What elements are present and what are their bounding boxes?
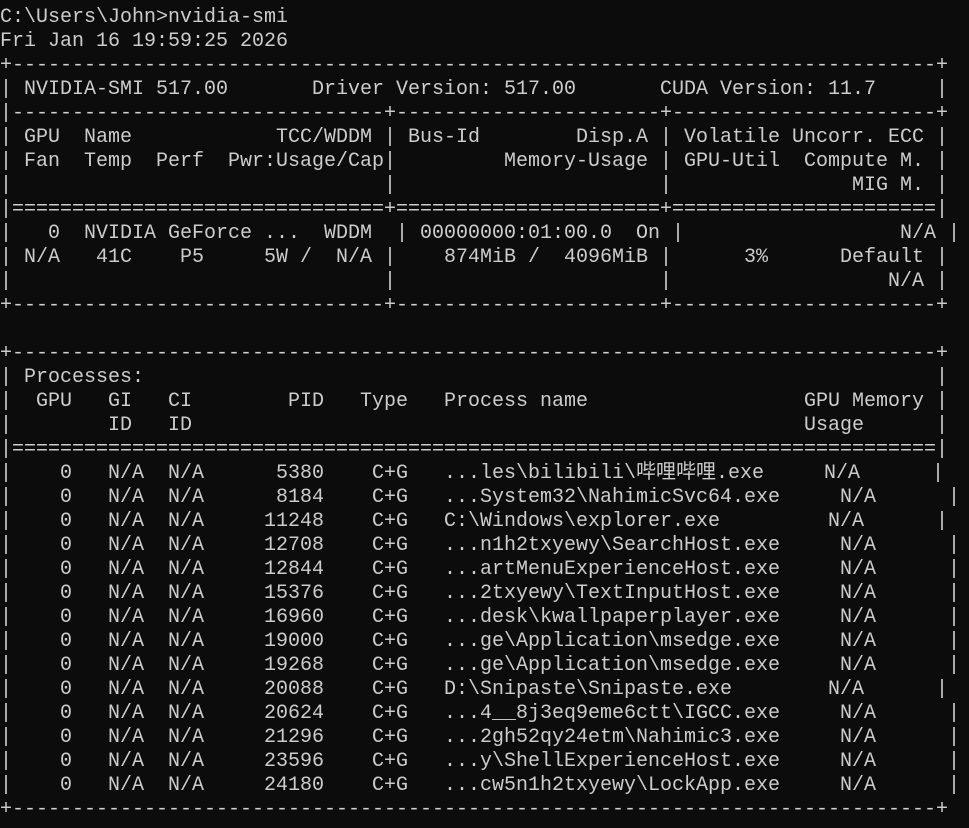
terminal-window[interactable]: C:\Users\John>nvidia-smi Fri Jan 16 19:5… [0,0,969,828]
output-line: | 0 N/A N/A 19000 C+G ...ge\Application\… [0,630,960,653]
command-line: C:\Users\John>nvidia-smi [0,6,969,30]
output-line: | NVIDIA-SMI 517.00 Driver Version: 517.… [0,78,948,101]
output-line: | | | MIG M. | [0,174,948,197]
output-line: | 0 N/A N/A 12708 C+G ...n1h2txyewy\Sear… [0,534,960,557]
output-line: | 0 N/A N/A 20624 C+G ...4__8j3eq9eme6ct… [0,702,960,725]
output-line: | 0 N/A N/A 15376 C+G ...2txyewy\TextInp… [0,582,960,605]
output-line: | N/A 41C P5 5W / N/A | 874MiB / 4096MiB… [0,246,948,269]
output-line: | 0 NVIDIA GeForce ... WDDM | 00000000:0… [0,222,960,245]
output-line: | 0 N/A N/A 12844 C+G ...artMenuExperien… [0,558,960,581]
output-line: | 0 N/A N/A 5380 C+G ...les\bilibili\哔哩哔… [0,462,944,485]
output-line: |===============================+=======… [0,198,948,221]
output-line: +---------------------------------------… [0,342,948,365]
output-line: +-------------------------------+-------… [0,294,948,317]
output-line: +---------------------------------------… [0,798,948,821]
output-line: | Fan Temp Perf Pwr:Usage/Cap| Memory-Us… [0,150,948,173]
output-line: | ID ID Usage | [0,414,948,437]
output-line: | 0 N/A N/A 8184 C+G ...System32\Nahimic… [0,486,960,509]
output-line: |-------------------------------+-------… [0,102,948,125]
timestamp-line: Fri Jan 16 19:59:25 2026 [0,30,288,53]
prompt: C:\Users\John> [0,6,168,29]
command-text: nvidia-smi [167,6,289,29]
output-line: | 0 N/A N/A 21296 C+G ...2gh52qy24etm\Na… [0,726,960,749]
output-line: | GPU GI CI PID Type Process name GPU Me… [0,390,948,413]
output-line: | 0 N/A N/A 24180 C+G ...cw5n1h2txyewy\L… [0,774,960,797]
output-line: | | | N/A | [0,270,948,293]
output-line: | 0 N/A N/A 23596 C+G ...y\ShellExperien… [0,750,960,773]
output-line: +---------------------------------------… [0,54,948,77]
output-line: | GPU Name TCC/WDDM | Bus-Id Disp.A | Vo… [0,126,948,149]
output-line: | Processes: | [0,366,948,389]
output-line: |=======================================… [0,438,948,461]
output-line: | 0 N/A N/A 19268 C+G ...ge\Application\… [0,654,960,677]
output-line: | 0 N/A N/A 11248 C+G C:\Windows\explore… [0,510,948,533]
output-line: | 0 N/A N/A 20088 C+G D:\Snipaste\Snipas… [0,678,948,701]
nvidia-smi-output: +---------------------------------------… [0,54,969,822]
output-line: | 0 N/A N/A 16960 C+G ...desk\kwallpaper… [0,606,960,629]
